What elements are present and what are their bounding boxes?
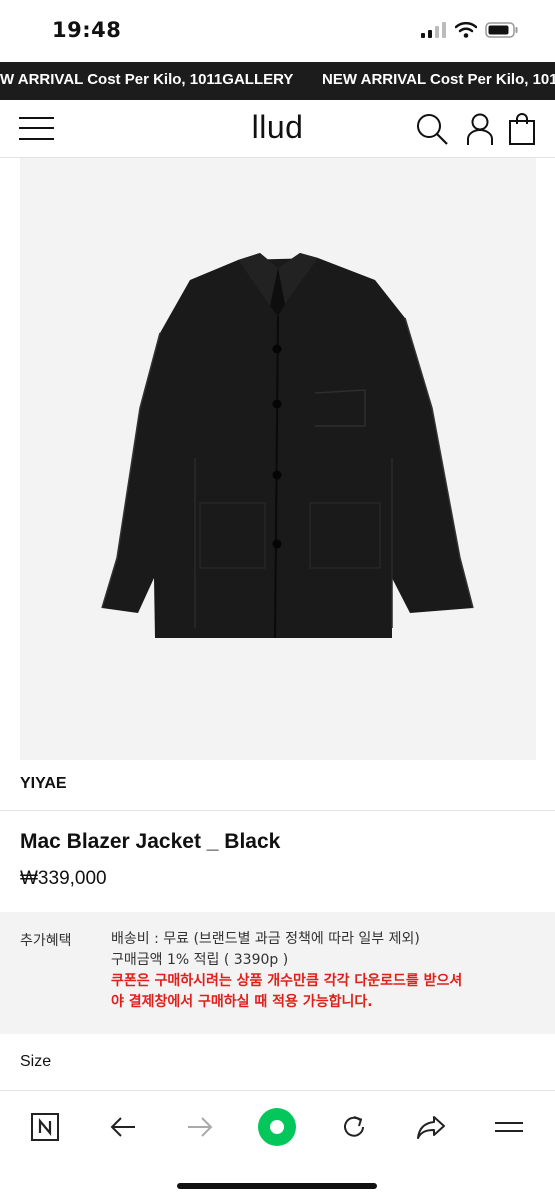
points-info: 구매금액 1% 적립 ( 3390p ) — [111, 952, 289, 968]
shopping-bag-icon — [509, 113, 535, 145]
menu-lines-icon — [495, 1122, 523, 1132]
announcement-marquee[interactable]: W ARRIVAL Cost Per Kilo, 1011GALLERY NEW… — [0, 62, 555, 100]
product-image[interactable] — [20, 158, 536, 760]
product-brand[interactable]: YIYAE — [20, 775, 67, 793]
black-jacket-photo — [101, 253, 474, 639]
green-home-icon — [258, 1108, 296, 1146]
refresh-icon — [344, 1116, 364, 1137]
refresh-button[interactable] — [334, 1107, 374, 1147]
search-icon — [417, 114, 448, 145]
divider — [0, 810, 555, 811]
coupon-notice: 쿠폰은 구매하시려는 상품 개수만큼 각각 다운로드를 받으셔 — [111, 973, 463, 989]
battery-icon — [485, 22, 518, 38]
status-time: 19:48 — [52, 18, 122, 42]
back-arrow-icon — [110, 1117, 135, 1137]
home-indicator[interactable] — [177, 1183, 377, 1189]
status-icons — [421, 22, 519, 38]
cart-button[interactable] — [507, 112, 541, 146]
forward-button[interactable] — [180, 1107, 220, 1147]
marquee-text: NEW ARRIVAL Cost Per Kilo, 1011GALLERY — [322, 71, 555, 88]
naver-icon — [31, 1113, 59, 1141]
back-button[interactable] — [103, 1107, 143, 1147]
share-button[interactable] — [411, 1107, 451, 1147]
benefit-label: 추가혜택 — [20, 933, 72, 949]
naver-button[interactable] — [25, 1107, 65, 1147]
account-button[interactable] — [463, 112, 497, 146]
forward-arrow-icon — [188, 1117, 213, 1137]
status-bar: 19:48 — [0, 0, 555, 62]
coupon-notice: 야 결제창에서 구매하실 때 적용 가능합니다. — [111, 994, 373, 1010]
wifi-icon — [455, 22, 477, 38]
site-header: llud — [0, 100, 555, 158]
size-label: Size — [20, 1053, 52, 1070]
benefit-details: 배송비 : 무료 (브랜드별 과금 정책에 따라 일부 제외) 구매금액 1% … — [111, 929, 462, 1013]
share-icon — [417, 1116, 445, 1139]
product-title: Mac Blazer Jacket _ Black — [20, 830, 281, 853]
search-button[interactable] — [415, 112, 449, 146]
product-price: ₩339,000 — [20, 868, 107, 889]
shipping-info: 배송비 : 무료 (브랜드별 과금 정책에 따라 일부 제외) — [111, 931, 420, 947]
home-button[interactable] — [257, 1107, 297, 1147]
marquee-text: W ARRIVAL Cost Per Kilo, 1011GALLERY — [0, 71, 294, 88]
cellular-signal-icon — [421, 22, 446, 38]
user-icon — [467, 113, 493, 145]
more-menu-button[interactable] — [489, 1107, 529, 1147]
benefit-section: 추가혜택 배송비 : 무료 (브랜드별 과금 정책에 따라 일부 제외) 구매금… — [0, 912, 555, 1034]
